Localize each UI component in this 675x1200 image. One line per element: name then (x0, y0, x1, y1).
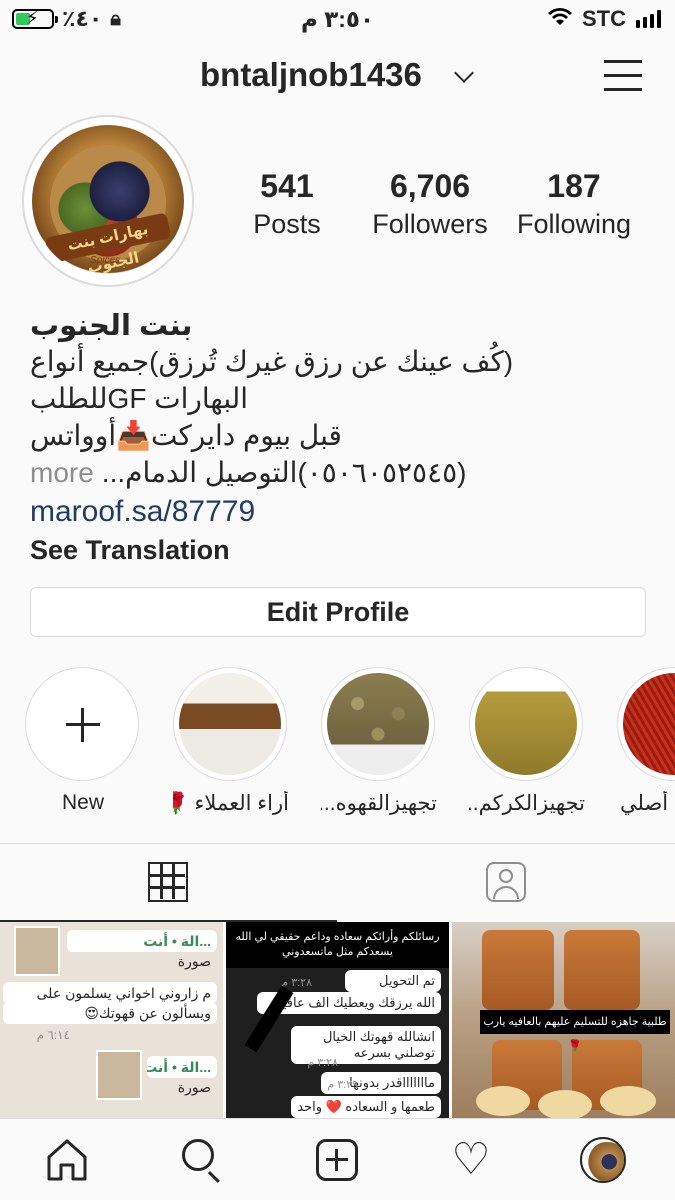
chat-header-sub: صورة (177, 953, 211, 969)
chat-message: طعمها و السعاده ❤️ واحد (291, 1096, 441, 1118)
chat-header-sub: صورة (177, 1079, 211, 1095)
bio-line-2: البهارات GFللطلب (30, 383, 249, 414)
new-post-icon[interactable] (314, 1137, 360, 1183)
bio-line-1: (كُف عينك عن رزق غيرك تُرزق)جميع أنواع (30, 346, 514, 377)
avatar (585, 1142, 624, 1181)
posts-grid: ...الة • أنت صورة م زاروني اخواني يسلمون… (0, 922, 675, 1118)
highlight-label: أراء العملاء 🌹 (173, 792, 289, 815)
highlight-new[interactable]: New (25, 667, 141, 815)
stat-following[interactable]: 187 Following (508, 168, 640, 240)
post-image (14, 926, 60, 976)
jar-lid (538, 1090, 592, 1118)
search-icon[interactable] (180, 1137, 226, 1184)
highlight-thumbnail (623, 673, 675, 775)
highlight-label: تجهيزالقهوه... (321, 792, 437, 815)
chat-header: ...الة • أنت (147, 1056, 217, 1078)
chevron-down-icon[interactable] (454, 63, 474, 83)
stat-following-value: 187 (547, 168, 601, 204)
chat-message: ويسألون عن قهوتك😍 (3, 1002, 217, 1024)
grid-icon (148, 862, 188, 902)
bottom-navigation: ♡ (0, 1118, 675, 1200)
post-thumbnail[interactable]: طلبية جاهزه للتسليم عليهم بالعافيه يارب … (452, 922, 675, 1118)
avatar-sub-text: Spices (90, 255, 121, 266)
profile-name: بنت الجنوب (30, 310, 193, 342)
highlight-circle (617, 667, 675, 781)
stat-followers[interactable]: 6,706 Followers (362, 168, 498, 240)
chat-time: ٣:٢٩ م (327, 1079, 358, 1091)
highlight-thumbnail (179, 673, 281, 775)
highlight-label: New (61, 791, 104, 814)
profile-avatar-tab[interactable] (580, 1137, 626, 1183)
status-bar: ⚡ ٪٤٠ 🔒︎ ٣:٥٠ م STC (0, 0, 675, 40)
wifi-icon (548, 6, 572, 32)
bio-line-4: (٠٥٠٦٠٥٢٥٤٥)التوصيل الدمام... (101, 457, 467, 488)
highlight-label: تجهيزالكركم... (469, 792, 585, 815)
highlight-label: عفران أصلي (620, 792, 675, 815)
stat-following-label: Following (516, 209, 632, 239)
edit-profile-button[interactable]: Edit Profile (30, 587, 646, 637)
profile-avatar[interactable]: بهارات بنت الجنوب Spices (22, 115, 194, 287)
highlight-circle (469, 667, 583, 781)
spice-jar (482, 930, 554, 1010)
heart-icon[interactable]: ♡ (448, 1137, 494, 1183)
jar-lid (476, 1086, 530, 1116)
username-switcher[interactable]: bntaljnob1436 (200, 56, 422, 94)
bio-line-4-row: more (٠٥٠٦٠٥٢٥٤٥)التوصيل الدمام... (30, 454, 650, 491)
post-thumbnail[interactable]: رسائلكم وأرائكم سعاده وداعم حقيقي لي الل… (226, 922, 449, 1118)
highlight-circle (321, 667, 435, 781)
highlight-reviews[interactable]: أراء العملاء 🌹 (173, 667, 289, 816)
highlight-new-circle (25, 667, 139, 781)
post-caption-text: طلبية جاهزه للتسليم عليهم بالعافيه يارب … (480, 1010, 670, 1052)
profile-tabs (0, 843, 675, 922)
chat-header: ...الة • أنت (67, 930, 217, 952)
spice-jar (564, 930, 640, 1010)
chat-message: تم التحويل (345, 970, 441, 992)
home-icon[interactable] (44, 1137, 90, 1183)
bio-website-link[interactable]: maroof.sa/87779 (30, 493, 650, 531)
post-thumbnail[interactable]: ...الة • أنت صورة م زاروني اخواني يسلمون… (0, 922, 223, 1118)
chat-time: ٦:١٤ م (36, 1028, 70, 1042)
chat-time: ٣:٢٨ م (307, 1057, 338, 1069)
network-group: STC (548, 6, 661, 32)
highlight-circle (173, 667, 287, 781)
highlight-saffron[interactable]: عفران أصلي (617, 667, 675, 816)
signal-bars-icon (636, 10, 661, 28)
tagged-person-icon (486, 862, 526, 902)
highlight-coffee[interactable]: تجهيزالقهوه... (321, 667, 437, 816)
stat-posts-value: 541 (260, 168, 314, 204)
highlight-turmeric[interactable]: تجهيزالكركم... (469, 667, 585, 816)
bio-line-3: قبل بيوم دايركت📥أوواتس (30, 420, 342, 451)
stat-posts[interactable]: 541 Posts (232, 168, 342, 240)
tab-tagged[interactable] (338, 844, 675, 922)
post-caption-text: رسائلكم وأرائكم سعاده وداعم حقيقي لي الل… (226, 922, 449, 968)
hamburger-menu-icon[interactable] (604, 56, 644, 91)
highlight-thumbnail (327, 673, 429, 775)
story-highlights: New أراء العملاء 🌹 تجهيزالقهوه... تجهيزا… (0, 667, 675, 827)
highlight-thumbnail (475, 673, 577, 775)
bio-more-link[interactable]: more (30, 454, 94, 491)
carrier-name: STC (582, 6, 626, 31)
avatar-logo: بهارات بنت الجنوب Spices (32, 125, 184, 277)
stat-followers-value: 6,706 (389, 168, 471, 204)
see-translation-link[interactable]: See Translation (30, 535, 650, 566)
plus-icon-vertical (81, 708, 84, 742)
profile-bio: بنت الجنوب (كُف عينك عن رزق غيرك تُرزق)ج… (30, 308, 650, 566)
chat-message: م زاروني اخواني يسلمون على (3, 982, 217, 1004)
tab-grid[interactable] (0, 844, 337, 922)
stat-followers-label: Followers (372, 209, 488, 239)
jar-lid (600, 1086, 656, 1116)
stat-posts-label: Posts (253, 209, 321, 239)
post-image (96, 1050, 142, 1100)
profile-header: bntaljnob1436 (0, 52, 675, 102)
